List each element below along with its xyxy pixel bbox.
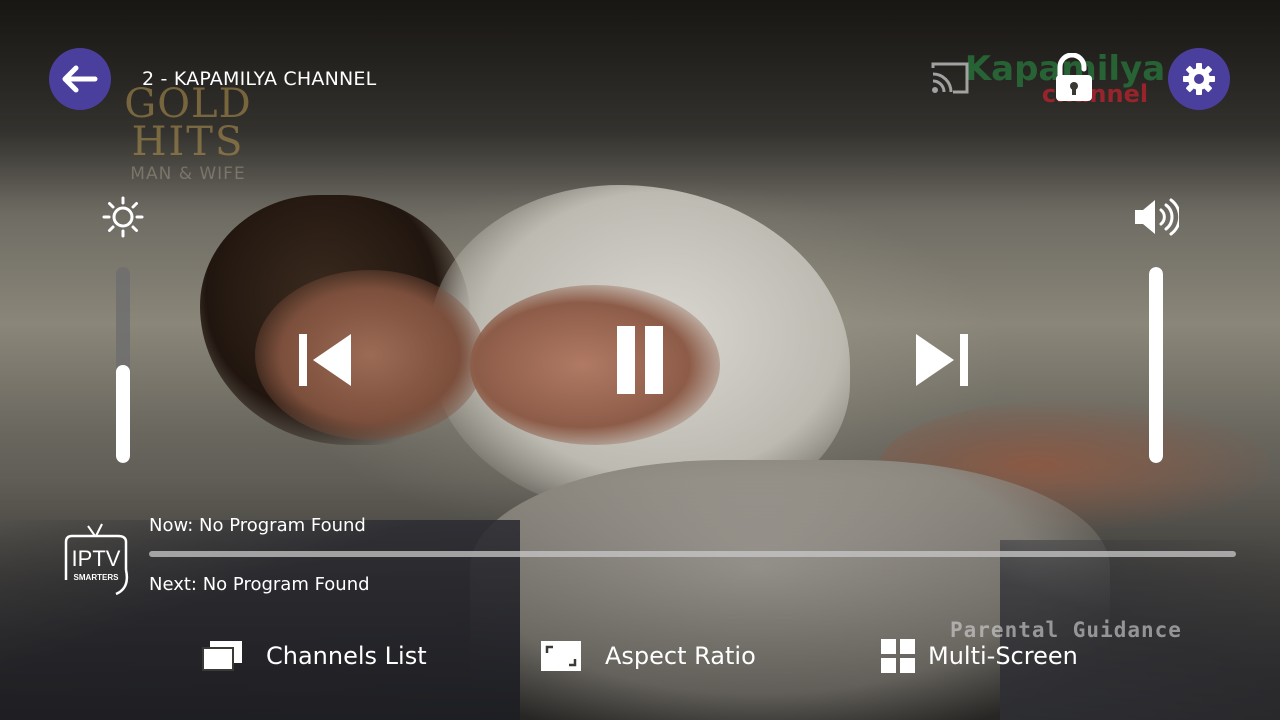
brightness-slider[interactable] xyxy=(116,267,130,463)
back-button[interactable] xyxy=(49,48,111,110)
gear-icon xyxy=(1183,63,1215,95)
arrow-left-icon xyxy=(62,65,98,93)
gold-hits-line3: MAN & WIFE xyxy=(130,164,246,184)
iptv-logo-line2: SMARTERS xyxy=(74,573,120,582)
channels-list-icon xyxy=(200,636,244,676)
aspect-ratio-label: Aspect Ratio xyxy=(605,642,756,670)
cast-icon xyxy=(931,62,969,94)
epg-next-program: Next: No Program Found xyxy=(149,574,370,595)
settings-button[interactable] xyxy=(1168,48,1230,110)
unlock-icon xyxy=(1056,53,1092,101)
gold-hits-line1: GOLD xyxy=(124,81,252,127)
skip-next-icon xyxy=(916,334,968,386)
previous-channel-button[interactable] xyxy=(293,328,357,392)
multi-screen-button[interactable]: Multi-Screen xyxy=(876,634,1078,678)
gold-hits-watermark: GOLD HITS MAN & WIFE xyxy=(108,84,268,183)
channels-list-button[interactable]: Channels List xyxy=(200,634,427,678)
pause-button[interactable] xyxy=(608,322,672,398)
multi-screen-icon xyxy=(876,636,920,676)
channel-title: 2 - KAPAMILYA CHANNEL xyxy=(142,68,377,90)
channels-list-label: Channels List xyxy=(266,642,427,670)
skip-previous-icon xyxy=(299,334,351,386)
brightness-indicator xyxy=(100,194,146,240)
lock-toggle[interactable] xyxy=(1050,52,1098,104)
epg-now-playing: Now: No Program Found xyxy=(149,515,366,536)
pause-icon xyxy=(617,326,663,394)
epg-progress-bar xyxy=(149,551,1236,557)
cast-button[interactable] xyxy=(928,58,972,98)
volume-indicator xyxy=(1130,194,1180,240)
aspect-ratio-button[interactable]: Aspect Ratio xyxy=(539,634,756,678)
iptv-smarters-logo: IPTV SMARTERS xyxy=(58,520,134,598)
iptv-logo-line1: IPTV xyxy=(72,546,121,571)
multi-screen-label: Multi-Screen xyxy=(928,642,1078,670)
aspect-ratio-icon xyxy=(539,636,583,676)
volume-slider-fill xyxy=(1149,267,1163,463)
brightness-slider-fill xyxy=(116,365,130,463)
speaker-icon xyxy=(1135,198,1179,236)
gold-hits-line2: HITS xyxy=(131,119,245,165)
scene-face xyxy=(255,270,485,440)
iptv-smarters-logo-mark: IPTV SMARTERS xyxy=(64,523,129,596)
volume-slider[interactable] xyxy=(1149,267,1163,463)
video-player: GOLD HITS MAN & WIFE Kapamilya channel P… xyxy=(0,0,1280,720)
sun-icon xyxy=(102,196,144,238)
scene-arm xyxy=(470,285,720,445)
next-channel-button[interactable] xyxy=(910,328,974,392)
